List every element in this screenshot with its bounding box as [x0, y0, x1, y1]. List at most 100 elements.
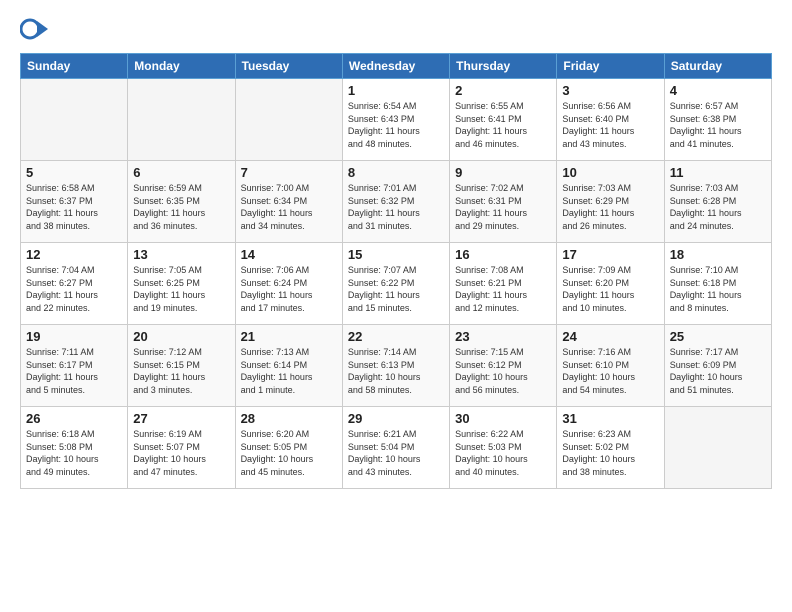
- day-info: Sunrise: 7:03 AM Sunset: 6:29 PM Dayligh…: [562, 182, 658, 232]
- calendar-cell: 18 Sunrise: 7:10 AM Sunset: 6:18 PM Dayli…: [664, 243, 771, 325]
- calendar-cell: 8Sunrise: 7:01 AM Sunset: 6:32 PM Daylig…: [342, 161, 449, 243]
- header: [20, 15, 772, 43]
- day-info: Sunrise: 7:04 AM Sunset: 6:27 PM Dayligh…: [26, 264, 122, 314]
- day-info: Sunrise: 7:06 AM Sunset: 6:24 PM Dayligh…: [241, 264, 337, 314]
- calendar-cell: 5Sunrise: 6:58 AM Sunset: 6:37 PM Daylig…: [21, 161, 128, 243]
- calendar-cell: 28 Sunrise: 6:20 AM Sunset: 5:05 PM Dayli…: [235, 407, 342, 489]
- calendar-cell: 2 Sunrise: 6:55 AM Sunset: 6:41 PM Daylig…: [450, 79, 557, 161]
- day-number: 12: [26, 247, 122, 262]
- calendar-cell: [664, 407, 771, 489]
- calendar-week-3: 12 Sunrise: 7:04 AM Sunset: 6:27 PM Dayli…: [21, 243, 772, 325]
- day-info: Sunrise: 7:08 AM Sunset: 6:21 PM Dayligh…: [455, 264, 551, 314]
- calendar-cell: [21, 79, 128, 161]
- day-number: 21: [241, 329, 337, 344]
- day-number: 9: [455, 165, 551, 180]
- calendar-cell: 20 Sunrise: 7:12 AM Sunset: 6:15 PM Dayli…: [128, 325, 235, 407]
- day-info: Sunrise: 7:16 AM Sunset: 6:10 PM Dayligh…: [562, 346, 658, 396]
- calendar-cell: 9 Sunrise: 7:02 AM Sunset: 6:31 PM Daylig…: [450, 161, 557, 243]
- day-number: 18: [670, 247, 766, 262]
- calendar-cell: 25 Sunrise: 7:17 AM Sunset: 6:09 PM Dayli…: [664, 325, 771, 407]
- calendar-cell: 30 Sunrise: 6:22 AM Sunset: 5:03 PM Dayli…: [450, 407, 557, 489]
- calendar-cell: 21 Sunrise: 7:13 AM Sunset: 6:14 PM Dayli…: [235, 325, 342, 407]
- day-number: 26: [26, 411, 122, 426]
- day-info: Sunrise: 7:12 AM Sunset: 6:15 PM Dayligh…: [133, 346, 229, 396]
- calendar-cell: 24 Sunrise: 7:16 AM Sunset: 6:10 PM Dayli…: [557, 325, 664, 407]
- calendar-cell: 27 Sunrise: 6:19 AM Sunset: 5:07 PM Dayli…: [128, 407, 235, 489]
- calendar-cell: 16Sunrise: 7:08 AM Sunset: 6:21 PM Dayli…: [450, 243, 557, 325]
- logo: [20, 15, 52, 43]
- day-number: 19: [26, 329, 122, 344]
- calendar-cell: 12 Sunrise: 7:04 AM Sunset: 6:27 PM Dayli…: [21, 243, 128, 325]
- day-number: 15: [348, 247, 444, 262]
- day-info: Sunrise: 7:01 AM Sunset: 6:32 PM Dayligh…: [348, 182, 444, 232]
- calendar-header-row: SundayMondayTuesdayWednesdayThursdayFrid…: [21, 54, 772, 79]
- day-header-thursday: Thursday: [450, 54, 557, 79]
- day-number: 31: [562, 411, 658, 426]
- day-number: 7: [241, 165, 337, 180]
- calendar-week-2: 5Sunrise: 6:58 AM Sunset: 6:37 PM Daylig…: [21, 161, 772, 243]
- day-info: Sunrise: 6:56 AM Sunset: 6:40 PM Dayligh…: [562, 100, 658, 150]
- day-header-friday: Friday: [557, 54, 664, 79]
- day-number: 11: [670, 165, 766, 180]
- day-number: 27: [133, 411, 229, 426]
- calendar-cell: 6 Sunrise: 6:59 AM Sunset: 6:35 PM Daylig…: [128, 161, 235, 243]
- calendar-cell: 31Sunrise: 6:23 AM Sunset: 5:02 PM Dayli…: [557, 407, 664, 489]
- calendar-cell: 11 Sunrise: 7:03 AM Sunset: 6:28 PM Dayli…: [664, 161, 771, 243]
- calendar-cell: 15 Sunrise: 7:07 AM Sunset: 6:22 PM Dayli…: [342, 243, 449, 325]
- day-info: Sunrise: 6:18 AM Sunset: 5:08 PM Dayligh…: [26, 428, 122, 478]
- calendar-cell: 29 Sunrise: 6:21 AM Sunset: 5:04 PM Dayli…: [342, 407, 449, 489]
- calendar-cell: 19 Sunrise: 7:11 AM Sunset: 6:17 PM Dayli…: [21, 325, 128, 407]
- day-number: 30: [455, 411, 551, 426]
- day-header-sunday: Sunday: [21, 54, 128, 79]
- calendar-table: SundayMondayTuesdayWednesdayThursdayFrid…: [20, 53, 772, 489]
- day-info: Sunrise: 6:54 AM Sunset: 6:43 PM Dayligh…: [348, 100, 444, 150]
- day-number: 17: [562, 247, 658, 262]
- calendar-cell: 13 Sunrise: 7:05 AM Sunset: 6:25 PM Dayli…: [128, 243, 235, 325]
- day-info: Sunrise: 6:20 AM Sunset: 5:05 PM Dayligh…: [241, 428, 337, 478]
- day-number: 1: [348, 83, 444, 98]
- day-number: 22: [348, 329, 444, 344]
- day-number: 14: [241, 247, 337, 262]
- calendar-cell: 10Sunrise: 7:03 AM Sunset: 6:29 PM Dayli…: [557, 161, 664, 243]
- logo-icon: [20, 15, 48, 43]
- day-info: Sunrise: 7:09 AM Sunset: 6:20 PM Dayligh…: [562, 264, 658, 314]
- day-info: Sunrise: 7:13 AM Sunset: 6:14 PM Dayligh…: [241, 346, 337, 396]
- calendar-cell: 14 Sunrise: 7:06 AM Sunset: 6:24 PM Dayli…: [235, 243, 342, 325]
- day-info: Sunrise: 6:59 AM Sunset: 6:35 PM Dayligh…: [133, 182, 229, 232]
- day-info: Sunrise: 7:10 AM Sunset: 6:18 PM Dayligh…: [670, 264, 766, 314]
- day-number: 6: [133, 165, 229, 180]
- day-info: Sunrise: 7:15 AM Sunset: 6:12 PM Dayligh…: [455, 346, 551, 396]
- day-number: 25: [670, 329, 766, 344]
- day-info: Sunrise: 6:22 AM Sunset: 5:03 PM Dayligh…: [455, 428, 551, 478]
- day-header-saturday: Saturday: [664, 54, 771, 79]
- day-info: Sunrise: 6:58 AM Sunset: 6:37 PM Dayligh…: [26, 182, 122, 232]
- calendar-cell: [235, 79, 342, 161]
- day-info: Sunrise: 7:17 AM Sunset: 6:09 PM Dayligh…: [670, 346, 766, 396]
- day-number: 28: [241, 411, 337, 426]
- day-number: 20: [133, 329, 229, 344]
- day-info: Sunrise: 7:07 AM Sunset: 6:22 PM Dayligh…: [348, 264, 444, 314]
- day-number: 2: [455, 83, 551, 98]
- day-info: Sunrise: 7:05 AM Sunset: 6:25 PM Dayligh…: [133, 264, 229, 314]
- day-info: Sunrise: 7:03 AM Sunset: 6:28 PM Dayligh…: [670, 182, 766, 232]
- day-number: 4: [670, 83, 766, 98]
- calendar-week-4: 19 Sunrise: 7:11 AM Sunset: 6:17 PM Dayli…: [21, 325, 772, 407]
- day-info: Sunrise: 7:02 AM Sunset: 6:31 PM Dayligh…: [455, 182, 551, 232]
- calendar-cell: [128, 79, 235, 161]
- day-info: Sunrise: 6:55 AM Sunset: 6:41 PM Dayligh…: [455, 100, 551, 150]
- day-info: Sunrise: 6:19 AM Sunset: 5:07 PM Dayligh…: [133, 428, 229, 478]
- calendar-cell: 17 Sunrise: 7:09 AM Sunset: 6:20 PM Dayli…: [557, 243, 664, 325]
- day-info: Sunrise: 6:21 AM Sunset: 5:04 PM Dayligh…: [348, 428, 444, 478]
- calendar-cell: 3Sunrise: 6:56 AM Sunset: 6:40 PM Daylig…: [557, 79, 664, 161]
- day-number: 13: [133, 247, 229, 262]
- calendar-cell: 4Sunrise: 6:57 AM Sunset: 6:38 PM Daylig…: [664, 79, 771, 161]
- calendar-week-1: 1 Sunrise: 6:54 AM Sunset: 6:43 PM Daylig…: [21, 79, 772, 161]
- calendar-cell: 23 Sunrise: 7:15 AM Sunset: 6:12 PM Dayli…: [450, 325, 557, 407]
- day-number: 29: [348, 411, 444, 426]
- day-number: 24: [562, 329, 658, 344]
- day-info: Sunrise: 7:11 AM Sunset: 6:17 PM Dayligh…: [26, 346, 122, 396]
- calendar-week-5: 26 Sunrise: 6:18 AM Sunset: 5:08 PM Dayli…: [21, 407, 772, 489]
- day-number: 23: [455, 329, 551, 344]
- calendar-cell: 22Sunrise: 7:14 AM Sunset: 6:13 PM Dayli…: [342, 325, 449, 407]
- day-header-monday: Monday: [128, 54, 235, 79]
